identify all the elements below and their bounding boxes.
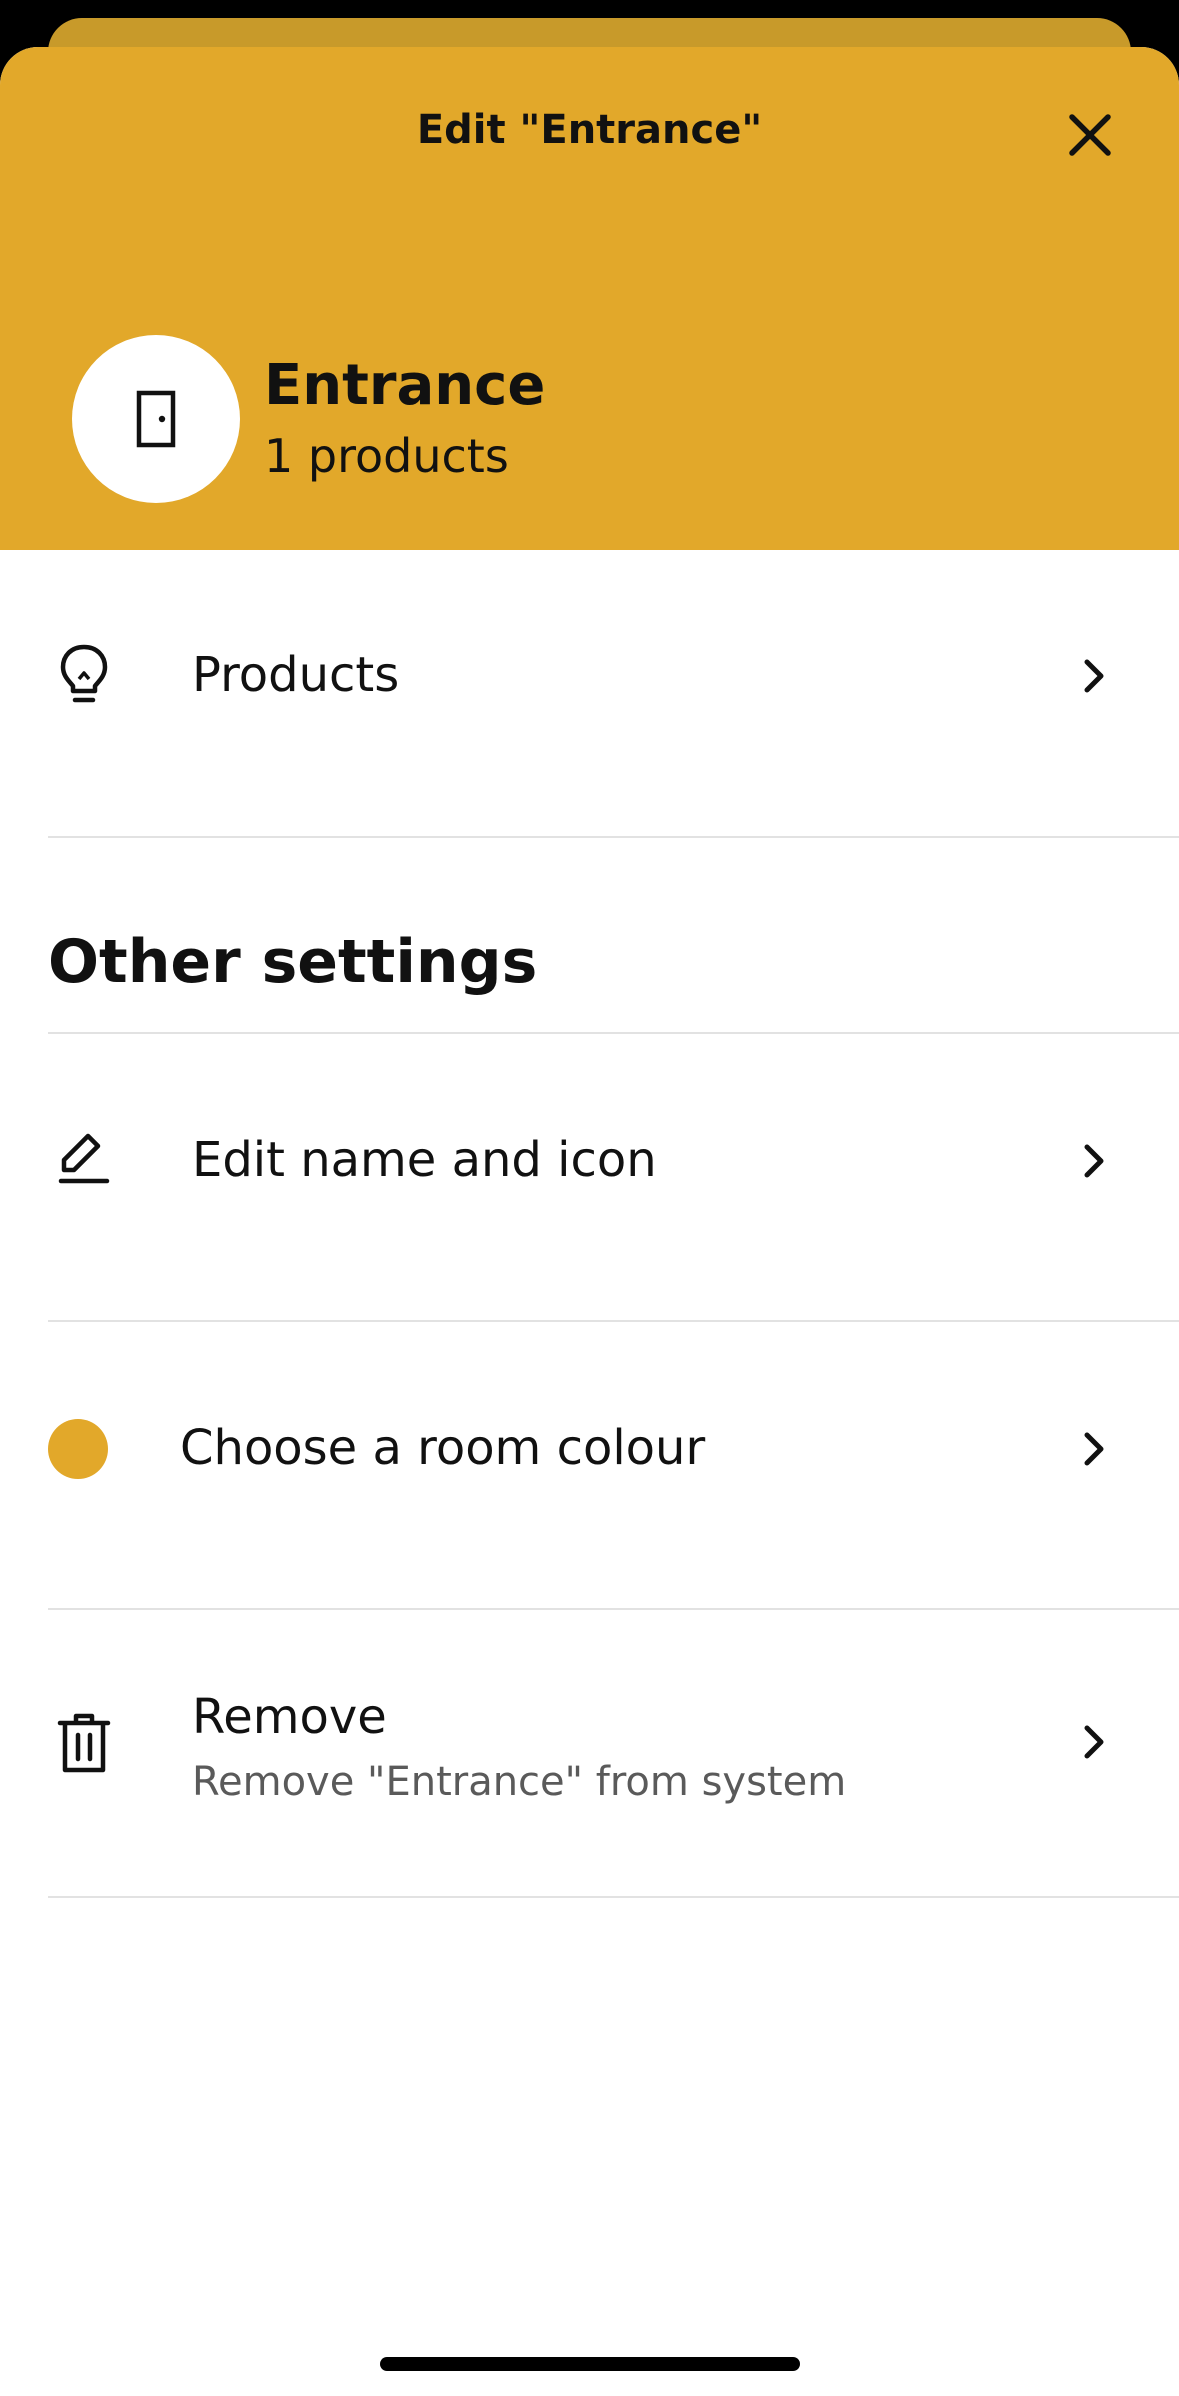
close-icon [1069, 114, 1111, 156]
screen: Edit "Entrance" Entrance 1 products Prod… [0, 0, 1179, 2396]
room-product-count: 1 products [264, 429, 509, 483]
close-button[interactable] [1060, 105, 1120, 165]
colour-dot-icon [48, 1419, 108, 1479]
divider [48, 1320, 1179, 1322]
other-settings-title: Other settings [48, 927, 538, 997]
products-label: Products [192, 647, 400, 703]
remove-row[interactable]: Remove Remove "Entrance" from system [0, 1667, 1179, 1817]
lightbulb-icon [60, 644, 108, 703]
room-colour-label: Choose a room colour [180, 1420, 706, 1476]
room-name: Entrance [264, 353, 546, 418]
home-indicator[interactable] [380, 2357, 800, 2371]
door-icon [136, 390, 176, 448]
room-colour-row[interactable]: Choose a room colour [0, 1386, 1179, 1512]
remove-label: Remove [192, 1689, 387, 1745]
chevron-right-icon [1084, 659, 1104, 693]
chevron-right-icon [1084, 1432, 1104, 1466]
chevron-right-icon [1084, 1725, 1104, 1759]
sheet-header: Edit "Entrance" Entrance 1 products [0, 47, 1179, 550]
divider [48, 1608, 1179, 1610]
chevron-right-icon [1084, 1144, 1104, 1178]
remove-sublabel: Remove "Entrance" from system [192, 1759, 847, 1805]
edit-room-sheet: Edit "Entrance" Entrance 1 products Prod… [0, 47, 1179, 2396]
room-avatar [72, 335, 240, 503]
divider [48, 1896, 1179, 1898]
sheet-title: Edit "Entrance" [416, 107, 763, 153]
divider [48, 836, 1179, 838]
pencil-icon [58, 1133, 110, 1184]
edit-name-icon-label: Edit name and icon [192, 1132, 657, 1188]
trash-icon [57, 1713, 111, 1773]
edit-name-icon-row[interactable]: Edit name and icon [0, 1098, 1179, 1224]
divider [48, 1032, 1179, 1034]
products-row[interactable]: Products [0, 613, 1179, 739]
